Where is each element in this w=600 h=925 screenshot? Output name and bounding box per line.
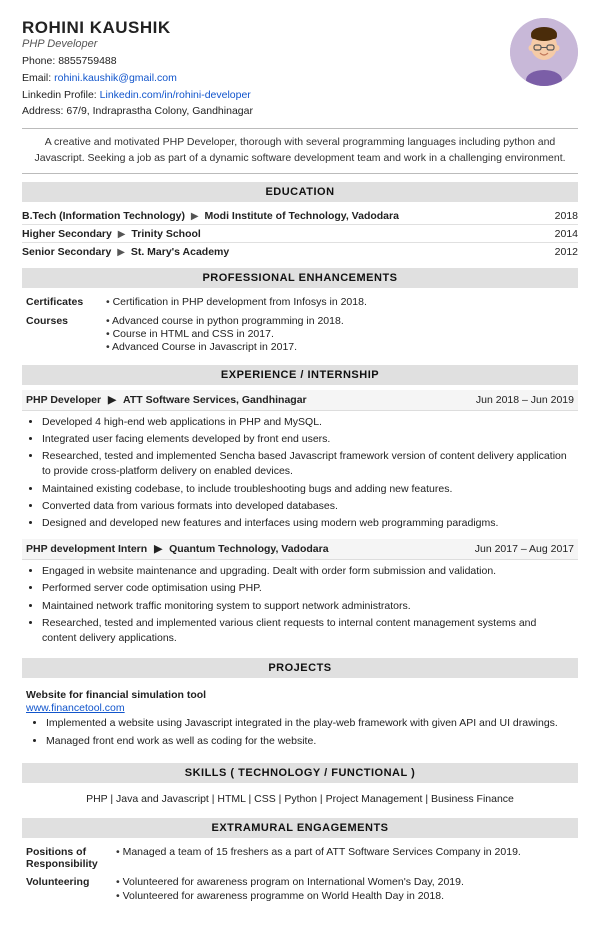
- pe-content-certificates: Certification in PHP development from In…: [102, 293, 578, 312]
- pe-label-courses: Courses: [22, 312, 102, 357]
- header: ROHINI KAUSHIK PHP Developer Phone: 8855…: [22, 18, 578, 120]
- avatar-image: [510, 18, 578, 86]
- ext-row-volunteering: Volunteering Volunteered for awareness p…: [22, 873, 578, 907]
- project-bullet-1-2: Managed front end work as well as coding…: [46, 734, 568, 749]
- address-label: Address:: [22, 105, 63, 117]
- edu-institution-2: Trinity School: [131, 228, 200, 240]
- project-title-1: Website for financial simulation tool: [26, 689, 574, 701]
- edu-arrow-2: ▶: [118, 229, 126, 240]
- project-url-1[interactable]: www.financetool.com: [26, 702, 125, 714]
- address-value: 67/9, Indraprastha Colony, Gandhinagar: [66, 105, 253, 117]
- experience-section-header: EXPERIENCE / INTERNSHIP: [22, 365, 578, 385]
- professional-table: Certificates Certification in PHP develo…: [22, 293, 578, 357]
- email-label: Email:: [22, 72, 51, 84]
- exp-job-1-period: Jun 2018 – Jun 2019: [476, 394, 574, 406]
- pe-label-certificates: Certificates: [22, 293, 102, 312]
- ext-vol-item-1: Volunteered for awareness program on Int…: [116, 876, 574, 888]
- ext-content-positions: Managed a team of 15 freshers as a part …: [112, 843, 578, 873]
- exp-job-1-bullets: Developed 4 high-end web applications in…: [22, 413, 578, 536]
- candidate-name: ROHINI KAUSHIK: [22, 18, 253, 38]
- skills-section-header: SKILLS ( TECHNOLOGY / FUNCTIONAL ): [22, 763, 578, 783]
- edu-degree-1: B.Tech (Information Technology): [22, 210, 185, 222]
- phone-label: Phone:: [22, 55, 55, 67]
- edu-degree-3: Senior Secondary: [22, 246, 111, 258]
- ext-label-volunteering: Volunteering: [22, 873, 112, 907]
- exp-job-1-bullet-3: Researched, tested and implemented Sench…: [42, 449, 572, 479]
- ext-label-positions: Positions of Responsibility: [22, 843, 112, 873]
- linkedin-label: Linkedin Profile:: [22, 89, 97, 101]
- ext-content-volunteering: Volunteered for awareness program on Int…: [112, 873, 578, 907]
- edu-degree-2: Higher Secondary: [22, 228, 112, 240]
- avatar: [510, 18, 578, 86]
- exp-job-1-arrow: ▶: [108, 394, 116, 406]
- candidate-title: PHP Developer: [22, 38, 253, 50]
- exp-job-1-bullet-2: Integrated user facing elements develope…: [42, 432, 572, 447]
- edu-row-1: B.Tech (Information Technology) ▶ Modi I…: [22, 207, 578, 225]
- header-left: ROHINI KAUSHIK PHP Developer Phone: 8855…: [22, 18, 253, 120]
- exp-job-2-bullet-4: Researched, tested and implemented vario…: [42, 616, 572, 646]
- edu-institution-1: Modi Institute of Technology, Vadodara: [205, 210, 399, 222]
- project-bullets-1: Implemented a website using Javascript i…: [26, 714, 574, 752]
- exp-job-2-bullet-2: Performed server code optimisation using…: [42, 581, 572, 596]
- project-link-1: www.financetool.com: [26, 702, 574, 714]
- resume-container: ROHINI KAUSHIK PHP Developer Phone: 8855…: [0, 0, 600, 925]
- edu-row-2: Higher Secondary ▶ Trinity School 2014: [22, 225, 578, 243]
- pe-course-item-2: Course in HTML and CSS in 2017.: [106, 328, 574, 340]
- pe-content-courses: Advanced course in python programming in…: [102, 312, 578, 357]
- summary-divider: [22, 173, 578, 174]
- projects-section-header: PROJECTS: [22, 658, 578, 678]
- exp-job-2-period: Jun 2017 – Aug 2017: [475, 543, 574, 555]
- pe-row-certificates: Certificates Certification in PHP develo…: [22, 293, 578, 312]
- edu-year-3: 2012: [555, 246, 578, 258]
- edu-row-3: Senior Secondary ▶ St. Mary's Academy 20…: [22, 243, 578, 260]
- project-item-1: Website for financial simulation tool ww…: [22, 683, 578, 754]
- exp-job-2-title: PHP development Intern ▶ Quantum Technol…: [22, 539, 578, 560]
- exp-job-2-bullets: Engaged in website maintenance and upgra…: [22, 562, 578, 650]
- exp-job-1-bullet-5: Converted data from various formats into…: [42, 499, 572, 514]
- extramural-table: Positions of Responsibility Managed a te…: [22, 843, 578, 907]
- exp-job-1-title: PHP Developer ▶ ATT Software Services, G…: [22, 390, 578, 411]
- exp-job-2-bullet-3: Maintained network traffic monitoring sy…: [42, 599, 572, 614]
- pe-course-item-1: Advanced course in python programming in…: [106, 315, 574, 327]
- exp-job-2-bullet-1: Engaged in website maintenance and upgra…: [42, 564, 572, 579]
- header-info: Phone: 8855759488 Email: rohini.kaushik@…: [22, 53, 253, 120]
- exp-job-2-role: PHP development Intern: [26, 543, 147, 555]
- extramural-section-header: EXTRAMURAL ENGAGEMENTS: [22, 818, 578, 838]
- exp-job-1-company: ATT Software Services, Gandhinagar: [123, 394, 307, 406]
- edu-arrow-3: ▶: [117, 247, 125, 258]
- pe-cert-item-1: Certification in PHP development from In…: [106, 296, 574, 308]
- project-bullet-1-1: Implemented a website using Javascript i…: [46, 716, 568, 731]
- edu-institution-3: St. Mary's Academy: [131, 246, 229, 258]
- education-section: B.Tech (Information Technology) ▶ Modi I…: [22, 207, 578, 260]
- edu-year-2: 2014: [555, 228, 578, 240]
- exp-job-1-bullet-4: Maintained existing codebase, to include…: [42, 482, 572, 497]
- exp-job-1-bullet-1: Developed 4 high-end web applications in…: [42, 415, 572, 430]
- pe-row-courses: Courses Advanced course in python progra…: [22, 312, 578, 357]
- ext-positions-item-1: Managed a team of 15 freshers as a part …: [116, 846, 574, 858]
- edu-arrow-1: ▶: [191, 211, 199, 222]
- email-link[interactable]: rohini.kaushik@gmail.com: [54, 72, 177, 84]
- phone-value: 8855759488: [58, 55, 116, 67]
- exp-job-2-company: Quantum Technology, Vadodara: [169, 543, 328, 555]
- edu-year-1: 2018: [555, 210, 578, 222]
- ext-vol-item-2: Volunteered for awareness programme on W…: [116, 890, 574, 902]
- pe-course-item-3: Advanced Course in Javascript in 2017.: [106, 341, 574, 353]
- professional-section-header: PROFESSIONAL ENHANCEMENTS: [22, 268, 578, 288]
- linkedin-link[interactable]: Linkedin.com/in/rohini-developer: [100, 89, 251, 101]
- header-divider: [22, 128, 578, 129]
- exp-job-1-bullet-6: Designed and developed new features and …: [42, 516, 572, 531]
- ext-row-positions: Positions of Responsibility Managed a te…: [22, 843, 578, 873]
- exp-job-2-arrow: ▶: [154, 543, 162, 555]
- exp-job-1-role: PHP Developer: [26, 394, 101, 406]
- summary-text: A creative and motivated PHP Developer, …: [22, 135, 578, 167]
- education-section-header: EDUCATION: [22, 182, 578, 202]
- skills-list: PHP | Java and Javascript | HTML | CSS |…: [22, 788, 578, 810]
